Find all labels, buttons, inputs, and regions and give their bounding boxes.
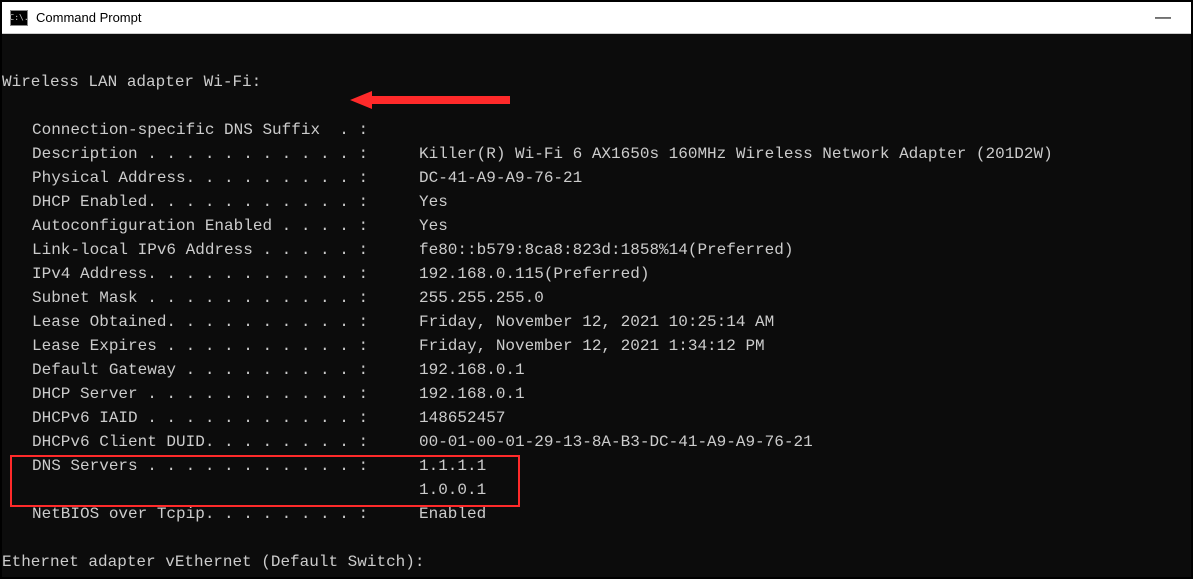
row-label: Subnet Mask . . . . . . . . . . . : — [32, 286, 368, 310]
row-label: DHCP Server . . . . . . . . . . . : — [32, 382, 368, 406]
row-label: DHCP Enabled. . . . . . . . . . . : — [32, 190, 368, 214]
cmd-icon: C:\. — [10, 10, 28, 26]
row-label: Lease Expires . . . . . . . . . . : — [32, 334, 368, 358]
row-value: 1.0.0.1 — [419, 478, 486, 502]
adapter-section-header: Wireless LAN adapter Wi-Fi: — [2, 70, 261, 94]
row-label: IPv4 Address. . . . . . . . . . . : — [32, 262, 368, 286]
row-label: NetBIOS over Tcpip. . . . . . . . : — [32, 502, 368, 526]
row-label: Link-local IPv6 Address . . . . . : — [32, 238, 368, 262]
row-label: DNS Servers . . . . . . . . . . . : — [32, 454, 368, 478]
row-label: DHCPv6 Client DUID. . . . . . . . : — [32, 430, 368, 454]
row-label: DHCPv6 IAID . . . . . . . . . . . : — [32, 406, 368, 430]
row-value: Yes — [419, 214, 448, 238]
row-value: Friday, November 12, 2021 1:34:12 PM — [419, 334, 765, 358]
row-value: fe80::b579:8ca8:823d:1858%14(Preferred) — [419, 238, 793, 262]
row-value: Killer(R) Wi-Fi 6 AX1650s 160MHz Wireles… — [419, 142, 1053, 166]
row-value: DC-41-A9-A9-76-21 — [419, 166, 582, 190]
row-value: 1.1.1.1 — [419, 454, 486, 478]
window-titlebar: C:\. Command Prompt — — [2, 2, 1191, 34]
arrow-annotation-icon — [312, 67, 472, 85]
row-value: 192.168.0.1 — [419, 382, 525, 406]
row-value: 148652457 — [419, 406, 505, 430]
row-value: 192.168.0.1 — [419, 358, 525, 382]
row-value: Yes — [419, 190, 448, 214]
window-title: Command Prompt — [36, 10, 141, 25]
row-label: Description . . . . . . . . . . . : — [32, 142, 368, 166]
adapter-section-footer: Ethernet adapter vEthernet (Default Swit… — [2, 550, 424, 574]
row-label: Connection-specific DNS Suffix . : — [32, 118, 368, 142]
row-value: Friday, November 12, 2021 10:25:14 AM — [419, 310, 774, 334]
row-value: 255.255.255.0 — [419, 286, 544, 310]
row-label: Lease Obtained. . . . . . . . . . : — [32, 310, 368, 334]
row-label: Physical Address. . . . . . . . . : — [32, 166, 368, 190]
minimize-button[interactable]: — — [1143, 4, 1183, 32]
row-value: 00-01-00-01-29-13-8A-B3-DC-41-A9-A9-76-2… — [419, 430, 813, 454]
row-value: 192.168.0.115(Preferred) — [419, 262, 649, 286]
terminal-output: Wireless LAN adapter Wi-Fi: Connection-s… — [2, 34, 1191, 577]
row-value: Enabled — [419, 502, 486, 526]
row-label: Autoconfiguration Enabled . . . . : — [32, 214, 368, 238]
row-label: Default Gateway . . . . . . . . . : — [32, 358, 368, 382]
